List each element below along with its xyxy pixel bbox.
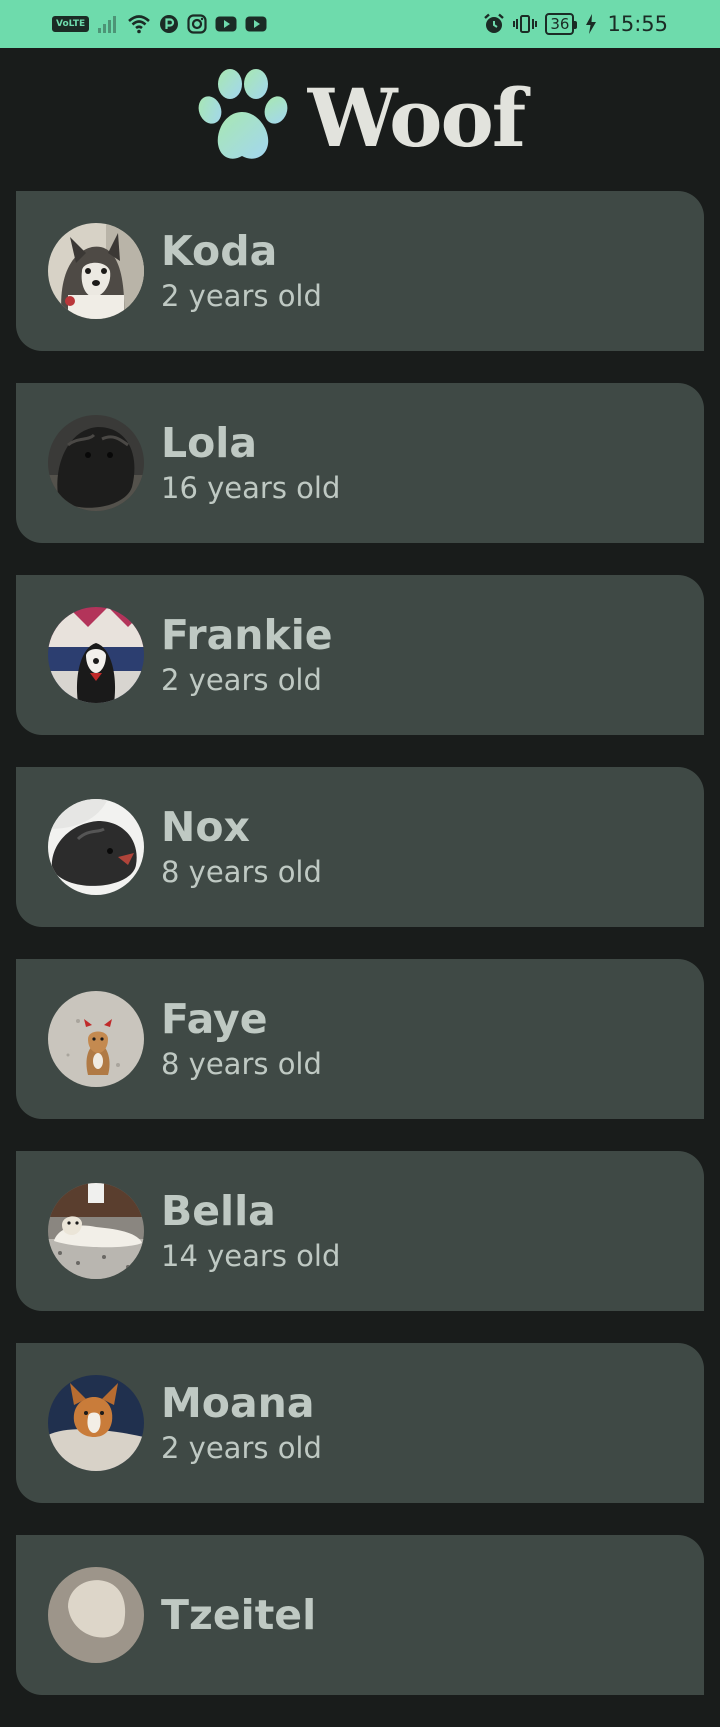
dog-age: 16 years old	[161, 471, 341, 505]
app-header: Woof	[0, 48, 720, 188]
dog-list[interactable]: Koda 2 years old Lola 16 years old Frank…	[16, 191, 704, 1727]
list-item[interactable]: Tzeitel	[16, 1535, 704, 1695]
list-item[interactable]: Faye 8 years old	[16, 959, 704, 1119]
lola-photo	[48, 415, 144, 511]
list-item[interactable]: Moana 2 years old	[16, 1343, 704, 1503]
dog-age: 2 years old	[161, 1431, 322, 1465]
wifi-icon	[127, 14, 151, 34]
faye-photo	[48, 991, 144, 1087]
dog-info: Koda 2 years old	[161, 226, 322, 316]
dog-info: Frankie 2 years old	[161, 610, 333, 700]
dog-name: Tzeitel	[161, 1591, 317, 1639]
dog-age: 2 years old	[161, 663, 322, 697]
dog-info: Moana 2 years old	[161, 1378, 322, 1468]
list-item[interactable]: Koda 2 years old	[16, 191, 704, 351]
instagram-icon	[187, 14, 207, 34]
dog-name: Nox	[161, 803, 250, 851]
dog-info: Lola 16 years old	[161, 418, 340, 508]
clock: 15:55	[607, 12, 668, 36]
app-title: Woof	[307, 71, 526, 165]
battery-icon: 36	[545, 13, 578, 35]
status-bar-left: VoLTE	[52, 14, 267, 34]
list-item[interactable]: Nox 8 years old	[16, 767, 704, 927]
youtube-icon	[245, 15, 267, 33]
signal-icon	[97, 15, 119, 33]
koda-photo	[48, 223, 144, 319]
dog-name: Bella	[161, 1187, 276, 1235]
dog-name: Moana	[161, 1379, 315, 1427]
list-item[interactable]: Lola 16 years old	[16, 383, 704, 543]
charging-icon	[585, 14, 597, 34]
list-item[interactable]: Bella 14 years old	[16, 1151, 704, 1311]
alarm-icon	[483, 13, 505, 35]
dog-info: Bella 14 years old	[161, 1186, 340, 1276]
youtube-icon	[215, 15, 237, 33]
nox-photo	[48, 799, 144, 895]
moana-photo	[48, 1375, 144, 1471]
dog-name: Frankie	[161, 611, 333, 659]
frankie-photo	[48, 607, 144, 703]
dog-name: Lola	[161, 419, 258, 467]
dog-age: 14 years old	[161, 1239, 341, 1273]
bella-photo	[48, 1183, 144, 1279]
dog-age: 8 years old	[161, 1047, 322, 1081]
dog-info: Faye 8 years old	[161, 994, 322, 1084]
dog-info: Tzeitel	[161, 1590, 316, 1640]
dog-info: Nox 8 years old	[161, 802, 322, 892]
dog-age: 8 years old	[161, 855, 322, 889]
list-item[interactable]: Frankie 2 years old	[16, 575, 704, 735]
app-notification-icon	[159, 14, 179, 34]
paw-icon	[196, 68, 288, 169]
tzeitel-photo	[48, 1567, 144, 1663]
status-bar: VoLTE 36 15:55	[0, 0, 720, 48]
dog-name: Faye	[161, 995, 268, 1043]
volte-icon: VoLTE	[52, 16, 90, 32]
status-bar-right: 36 15:55	[483, 12, 668, 36]
dog-age: 2 years old	[161, 279, 322, 313]
vibrate-icon	[513, 14, 538, 34]
dog-name: Koda	[161, 227, 278, 275]
